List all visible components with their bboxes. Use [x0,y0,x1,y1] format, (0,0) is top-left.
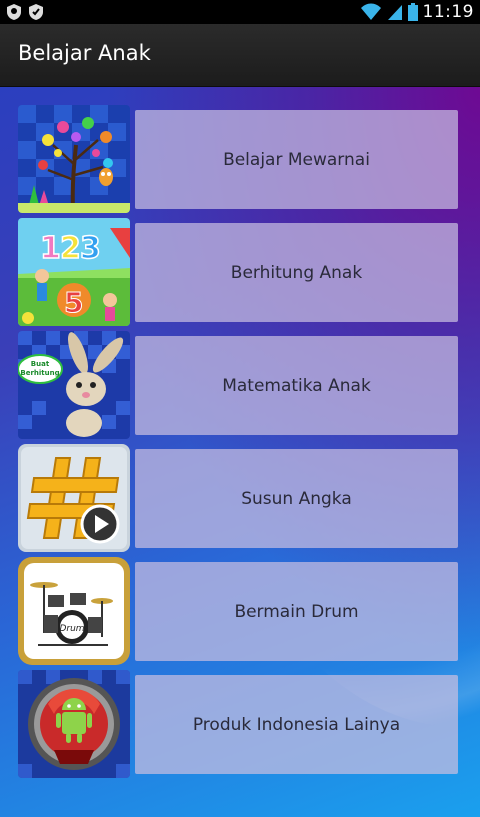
svg-text:5: 5 [64,286,83,319]
signal-icon [387,3,403,21]
menu-item-bermain-drum[interactable]: Drum Bermain Drum [18,557,459,665]
math-rabbit-icon[interactable]: Buat Berhitung [18,331,130,439]
android-robot-icon[interactable] [18,670,130,778]
svg-text:3: 3 [80,231,101,266]
svg-text:1: 1 [40,231,61,266]
drum-kit-icon[interactable]: Drum [18,557,130,665]
produk-indonesia-lainya-button[interactable]: Produk Indonesia Lainya [135,675,458,774]
action-bar: Belajar Anak [0,24,480,87]
app-title: Belajar Anak [18,41,151,65]
menu-item-berhitung-anak[interactable]: 1 2 3 5 Berhitung Anak [18,218,459,326]
matematika-anak-button[interactable]: Matematika Anak [135,336,458,435]
bermain-drum-button[interactable]: Bermain Drum [135,562,458,661]
status-bar: 11:19 [0,0,480,24]
counting-kids-icon[interactable]: 1 2 3 5 [18,218,130,326]
svg-text:Buat: Buat [31,360,50,368]
menu-item-produk-indonesia-lainya[interactable]: Produk Indonesia Lainya [18,670,459,778]
menu-item-matematika-anak[interactable]: Buat Berhitung Matematika Anak [18,331,459,439]
svg-text:Drum: Drum [59,624,84,634]
menu-item-susun-angka[interactable]: Susun Angka [18,444,459,552]
hash-play-icon[interactable] [18,444,130,552]
menu-item-belajar-mewarnai[interactable]: Belajar Mewarnai [18,105,459,213]
menu-list: Belajar Mewarnai 1 2 3 5 Berhitung Anak [0,87,480,817]
susun-angka-button[interactable]: Susun Angka [135,449,458,548]
shield-check-icon [28,3,44,21]
shield-icon [6,3,22,21]
svg-text:Berhitung: Berhitung [20,369,59,377]
svg-text:2: 2 [60,231,81,266]
battery-icon [407,3,418,21]
berhitung-anak-button[interactable]: Berhitung Anak [135,223,458,322]
belajar-mewarnai-button[interactable]: Belajar Mewarnai [135,110,458,209]
coloring-tree-icon[interactable] [18,105,130,213]
clock: 11:19 [422,2,474,22]
wifi-icon [360,3,382,21]
